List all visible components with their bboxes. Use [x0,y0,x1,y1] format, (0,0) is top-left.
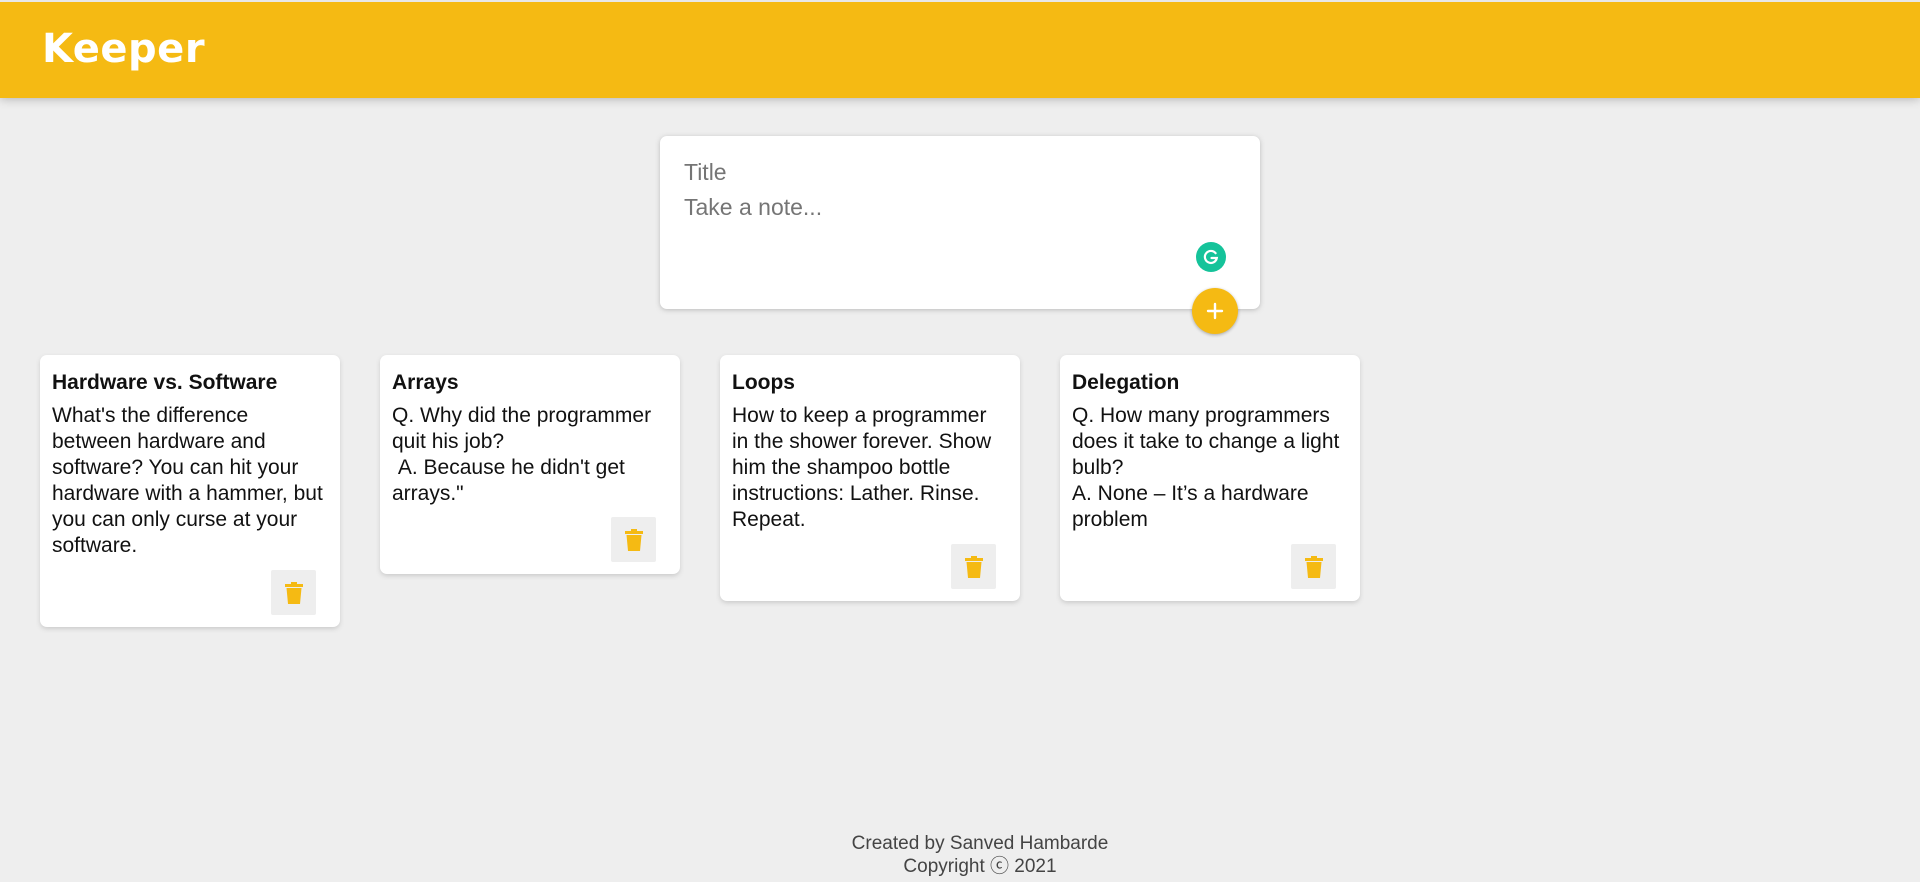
plus-icon [1206,302,1224,320]
trash-icon [284,581,303,604]
note-card: Arrays Q. Why did the programmer quit hi… [380,355,680,574]
note-title: Loops [732,371,795,394]
note-content: Q. Why did the programmer quit his job? … [392,404,652,505]
trash-icon [624,528,643,551]
note-card: Hardware vs. Software What's the differe… [40,355,340,627]
trash-icon [964,555,983,578]
footer-copyright: Copyright ⓒ 2021 [903,856,1057,877]
footer: Created by Sanved Hambarde Copyright ⓒ 2… [0,832,1920,878]
note-title: Arrays [392,371,459,394]
app-title: Keeper [42,26,206,72]
note-content: How to keep a programmer in the shower f… [732,404,997,531]
add-note-button[interactable] [1192,288,1238,334]
trash-icon [1304,555,1323,578]
note-title: Hardware vs. Software [52,371,278,394]
note-card: Delegation Q. How many programmers does … [1060,355,1360,601]
note-title: Delegation [1072,371,1180,394]
note-card: Loops How to keep a programmer in the sh… [720,355,1020,601]
app-header: Keeper [0,0,1920,98]
note-title-input[interactable] [684,154,1224,190]
delete-note-button[interactable] [271,570,316,615]
delete-note-button[interactable] [951,544,996,589]
note-content-input[interactable] [684,194,1224,274]
delete-note-button[interactable] [611,517,656,562]
delete-note-button[interactable] [1291,544,1336,589]
footer-credit: Created by Sanved Hambarde [851,833,1109,854]
grammarly-icon[interactable] [1196,242,1226,272]
note-content: What's the difference between hardware a… [52,404,329,557]
create-note-form [660,136,1260,334]
note-content: Q. How many programmers does it take to … [1072,404,1340,531]
